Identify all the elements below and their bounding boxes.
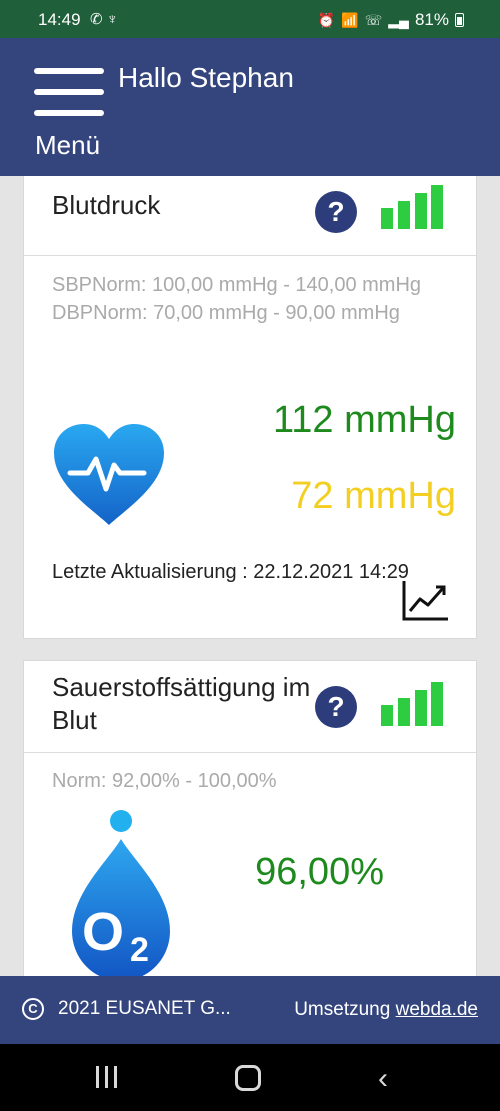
back-icon[interactable]: ‹ <box>378 1062 388 1096</box>
card-title: Blutdruck <box>52 190 161 220</box>
diastolic-value: 72 mmHg <box>291 475 456 517</box>
hamburger-menu-icon[interactable] <box>34 68 106 118</box>
dbp-norm: DBPNorm: 70,00 mmHg - 90,00 mmHg <box>52 302 400 324</box>
battery-percent: 81% <box>414 10 449 29</box>
oxygen-drop-icon: O 2 <box>72 810 170 976</box>
app-icon: ♆ <box>106 11 122 28</box>
implementation-credit: Umsetzung webda.de <box>294 999 478 1021</box>
last-updated: Letzte Aktualisierung : 22.12.2021 14:29 <box>52 561 409 583</box>
blood-pressure-card: Blutdruck ? SBPNorm: 100,00 mmHg - 140,0… <box>23 176 477 639</box>
oxygen-value: 96,00% <box>255 851 384 893</box>
drop-o-label: O <box>82 902 124 962</box>
card-header: Sauerstoffsättigung im Blut ? <box>24 661 476 753</box>
recent-apps-icon[interactable] <box>96 1066 118 1088</box>
help-button[interactable]: ? <box>315 191 357 233</box>
alarm-icon: ⏰ <box>317 11 336 28</box>
status-time: 14:49 <box>38 10 81 29</box>
greeting-title: Hallo Stephan <box>118 62 294 93</box>
drop-subscript-label: 2 <box>130 931 149 969</box>
sbp-norm: SBPNorm: 100,00 mmHg - 140,00 mmHg <box>52 274 422 296</box>
oxygen-card: Sauerstoffsättigung im Blut ? Norm: 92,0… <box>23 660 477 976</box>
status-bar: 14:49 ✆♆ ⏰ 📶 ☏ ▂▄ 81% <box>0 0 500 38</box>
card-header: Blutdruck ? <box>24 176 476 256</box>
menu-label[interactable]: Menü <box>35 130 100 161</box>
copyright-icon: C <box>22 998 44 1020</box>
signal-icon: ▂▄ <box>388 11 409 28</box>
app-header: Menü Hallo Stephan <box>0 38 500 176</box>
status-notification-icons: ✆♆ <box>90 10 122 28</box>
trend-chart-icon[interactable] <box>402 579 450 623</box>
signal-strength-icon <box>381 682 443 726</box>
signal-strength-icon <box>381 185 443 229</box>
main-content[interactable]: Blutdruck ? SBPNorm: 100,00 mmHg - 140,0… <box>0 176 500 976</box>
norm-range: SBPNorm: 100,00 mmHg - 140,00 mmHg DBPNo… <box>52 271 422 327</box>
norm-range: Norm: 92,00% - 100,00% <box>52 770 277 792</box>
copyright-text: 2021 EUSANET G... <box>58 998 231 1019</box>
battery-icon <box>455 13 464 27</box>
home-icon[interactable] <box>235 1065 261 1091</box>
system-nav-bar: ‹ <box>0 1044 500 1111</box>
card-title: Sauerstoffsättigung im Blut <box>52 672 311 735</box>
systolic-value: 112 mmHg <box>272 399 456 441</box>
implementation-label: Umsetzung <box>294 999 391 1020</box>
wifi-icon: 📶 <box>341 11 359 28</box>
whatsapp-icon: ✆ <box>90 11 107 28</box>
wifi-call-icon: ☏ <box>364 11 383 28</box>
copyright: C 2021 EUSANET G... <box>22 998 231 1020</box>
app-footer: C 2021 EUSANET G... Umsetzung webda.de <box>0 976 500 1044</box>
help-button[interactable]: ? <box>315 686 357 728</box>
heart-pulse-icon <box>54 424 164 525</box>
status-right: ⏰ 📶 ☏ ▂▄ 81% <box>318 10 464 30</box>
webda-link[interactable]: webda.de <box>396 999 478 1020</box>
